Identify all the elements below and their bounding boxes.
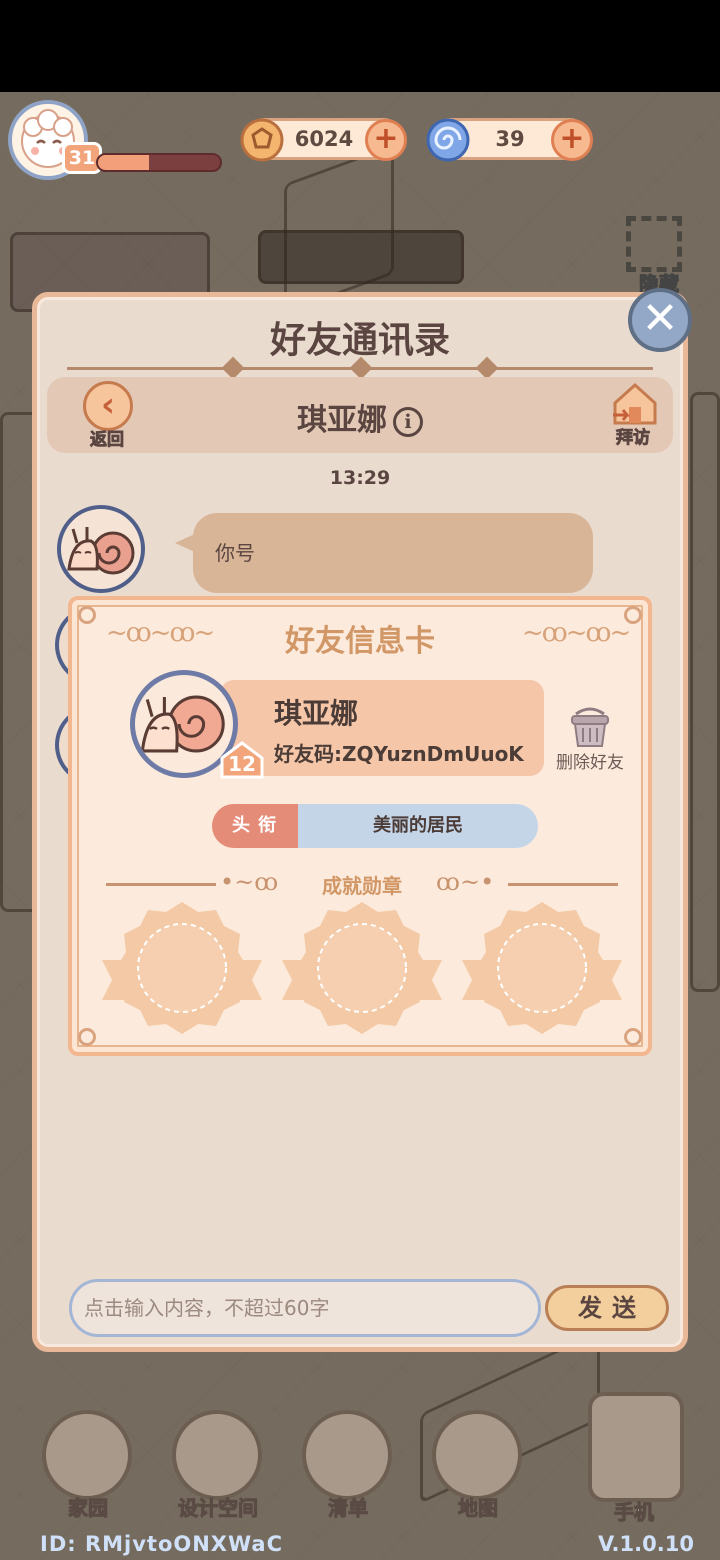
send-button[interactable]: 发送 xyxy=(545,1285,669,1331)
nav-phone[interactable]: 手机 xyxy=(584,1392,684,1525)
corner-ornament xyxy=(624,1028,642,1046)
friend-code: 好友码:ZQYuznDmUuoK xyxy=(274,742,524,766)
nav-phone-label: 手机 xyxy=(614,1500,655,1525)
friend-avatar[interactable] xyxy=(57,505,145,593)
add-gems-button[interactable]: + xyxy=(551,119,593,161)
nav-design-space[interactable]: 设计空间 xyxy=(168,1410,268,1540)
trash-basket-icon xyxy=(571,707,609,747)
delete-friend-button[interactable]: 删除好友 xyxy=(550,704,630,776)
nav-map[interactable]: 地图 xyxy=(428,1410,528,1540)
delete-friend-label: 删除好友 xyxy=(556,753,624,773)
visit-button[interactable]: 拜访 xyxy=(603,379,667,451)
info-icon[interactable]: i xyxy=(393,406,423,437)
map-pin-icon xyxy=(432,1410,522,1500)
friend-level-badge: 12 xyxy=(218,740,266,780)
list-icon xyxy=(302,1410,392,1500)
nav-map-label: 地图 xyxy=(458,1496,499,1521)
badge-slot[interactable] xyxy=(462,900,622,1040)
nav-design-label: 设计空间 xyxy=(178,1496,259,1521)
nav-list-label: 清单 xyxy=(328,1496,369,1521)
fullscreen-icon xyxy=(626,216,682,272)
nav-home[interactable]: 家园 xyxy=(38,1410,138,1540)
corner-ornament xyxy=(78,1028,96,1046)
profile-info-strip: 琪亚娜 好友码:ZQYuznDmUuoK xyxy=(220,680,544,776)
card-title: 好友信息卡 xyxy=(285,624,435,659)
coin-icon xyxy=(239,117,285,163)
design-icon xyxy=(172,1410,262,1500)
hide-ui-button[interactable]: 隐藏 xyxy=(618,212,700,297)
panel-title: 好友通讯录 xyxy=(269,320,450,361)
chat-message-input[interactable] xyxy=(69,1279,541,1337)
title-key-label: 头衔 xyxy=(212,804,298,848)
swirl-gem-icon xyxy=(425,117,471,163)
chat-header: ‹ 返回 琪亚娜 i 拜访 xyxy=(47,377,673,453)
nav-list[interactable]: 清单 xyxy=(298,1410,398,1540)
house-visit-icon xyxy=(613,382,657,425)
badge-slot[interactable] xyxy=(282,900,442,1040)
friend-level: 12 xyxy=(228,752,256,776)
close-button[interactable]: ✕ xyxy=(628,288,692,352)
close-icon: ✕ xyxy=(641,293,679,344)
message-timestamp: 13:29 xyxy=(329,467,391,489)
chat-friend-name: 琪亚娜 i xyxy=(47,395,673,439)
home-icon xyxy=(42,1410,132,1500)
experience-bar-fill xyxy=(98,155,150,170)
message-text: 你号 xyxy=(215,541,255,565)
coin-counter: 6024 + xyxy=(240,118,407,162)
add-coins-button[interactable]: + xyxy=(365,119,407,161)
chat-friend-name-text: 琪亚娜 xyxy=(297,403,387,438)
friend-name: 琪亚娜 xyxy=(274,697,359,730)
badge-slot[interactable] xyxy=(102,900,262,1040)
title-divider xyxy=(67,356,653,380)
app-version: V.1.0.10 xyxy=(598,1532,694,1556)
snail-avatar-icon xyxy=(67,527,135,575)
nav-home-label: 家园 xyxy=(68,1496,109,1521)
friend-info-card: ~ꝏ~ꝏ~ ~ꝏ~ꝏ~ 好友信息卡 琪亚娜 好友码:ZQYuznDmUuoK 1… xyxy=(68,596,652,1056)
message-bubble: 你号 xyxy=(175,513,593,593)
achievement-badges-header: •~ꝏ 成就勋章 ꝏ~• xyxy=(106,868,618,900)
phone-icon xyxy=(588,1392,684,1502)
experience-bar xyxy=(96,153,222,172)
gem-counter: 39 + xyxy=(426,118,593,162)
friend-title-row: 头衔 美丽的居民 xyxy=(212,804,538,848)
visit-label: 拜访 xyxy=(616,428,651,449)
title-value: 美丽的居民 xyxy=(298,804,538,848)
user-id: ID: RMjvtoONXWaC xyxy=(40,1532,283,1556)
flourish-ornament: ꝏ~• xyxy=(436,868,495,896)
